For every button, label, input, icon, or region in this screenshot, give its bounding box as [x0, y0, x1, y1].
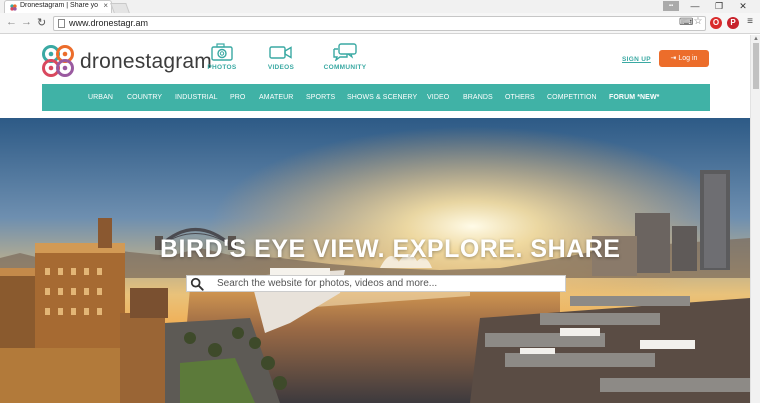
search-icon[interactable] [190, 277, 204, 291]
maximize-button[interactable]: ❐ [708, 0, 730, 13]
tab-close-icon[interactable]: × [103, 1, 108, 10]
hero-banner: BIRD'S EYE VIEW. EXPLORE. SHARE [0, 118, 750, 403]
camera-icon [211, 43, 233, 61]
nav-videos[interactable]: VIDEOS [264, 43, 298, 71]
hero-headline: BIRD'S EYE VIEW. EXPLORE. SHARE [160, 235, 621, 263]
new-tab-button[interactable] [110, 3, 130, 13]
login-button[interactable]: ⇥ Log in [659, 50, 709, 67]
browser-tab-strip: Dronestagram | Share yo × ▪▪ — ❐ ✕ [0, 0, 760, 13]
minimize-button[interactable]: — [684, 0, 706, 13]
nav-photos-label: PHOTOS [207, 64, 237, 71]
category-bar: URBAN COUNTRY INDUSTRIAL PRO AMATEUR SPO… [42, 84, 710, 111]
page-scrollbar[interactable]: ▲ [750, 35, 760, 403]
search-input[interactable] [217, 277, 557, 290]
web-page: dronestagram PHOTOS VIDEOS COMMUNITY SIG… [0, 35, 750, 403]
browser-tab[interactable]: Dronestagram | Share yo × [4, 0, 112, 13]
category-amateur[interactable]: AMATEUR [259, 94, 293, 101]
category-sports[interactable]: SPORTS [306, 94, 335, 101]
category-industrial[interactable]: INDUSTRIAL [175, 94, 218, 101]
forward-arrow-icon[interactable]: → [21, 16, 32, 28]
close-window-button[interactable]: ✕ [732, 0, 754, 13]
dronestagram-favicon-icon [10, 4, 17, 11]
video-camera-icon [269, 46, 292, 59]
hero-search-box[interactable] [186, 275, 566, 292]
chat-bubbles-icon [333, 43, 357, 61]
login-button-label: Log in [678, 55, 698, 62]
nav-community-label: COMMUNITY [323, 64, 367, 71]
dronestagram-logo-icon[interactable] [42, 45, 74, 77]
browser-toolbar: ← → ↻ www.dronestagr.am [0, 13, 760, 34]
tab-title: Dronestagram | Share yo [20, 2, 99, 9]
page-icon [58, 19, 65, 28]
pinterest-extension-icon[interactable]: P [727, 17, 739, 29]
bookmark-star-icon[interactable]: ☆ [692, 16, 704, 28]
scrollbar-thumb[interactable] [753, 43, 759, 89]
category-brands[interactable]: BRANDS [463, 94, 493, 101]
category-competition[interactable]: COMPETITION [547, 94, 597, 101]
translate-icon[interactable]: ⌨ [679, 17, 693, 29]
opera-extension-icon[interactable]: O [710, 17, 722, 29]
login-icon: ⇥ [670, 55, 677, 62]
category-country[interactable]: COUNTRY [127, 94, 162, 101]
nav-community[interactable]: COMMUNITY [322, 43, 368, 71]
nav-photos[interactable]: PHOTOS [205, 43, 239, 71]
back-arrow-icon[interactable]: ← [6, 16, 17, 28]
signup-link[interactable]: SIGN UP [622, 56, 651, 63]
menu-icon[interactable]: ≡ [744, 16, 756, 28]
category-forum[interactable]: FORUM *NEW* [609, 94, 660, 101]
category-others[interactable]: OTHERS [505, 94, 535, 101]
scroll-up-arrow-icon[interactable]: ▲ [753, 36, 759, 42]
category-shows-scenery[interactable]: SHOWS & SCENERY [347, 94, 417, 101]
category-video[interactable]: VIDEO [427, 94, 449, 101]
site-brand-name[interactable]: dronestagram [80, 50, 212, 74]
nav-videos-label: VIDEOS [267, 64, 295, 71]
url-text: www.dronestagr.am [69, 18, 149, 28]
profile-badge[interactable]: ▪▪ [663, 1, 679, 11]
address-bar[interactable]: www.dronestagr.am [53, 16, 706, 31]
category-urban[interactable]: URBAN [88, 94, 113, 101]
reload-icon[interactable]: ↻ [37, 16, 46, 29]
category-pro[interactable]: PRO [230, 94, 245, 101]
